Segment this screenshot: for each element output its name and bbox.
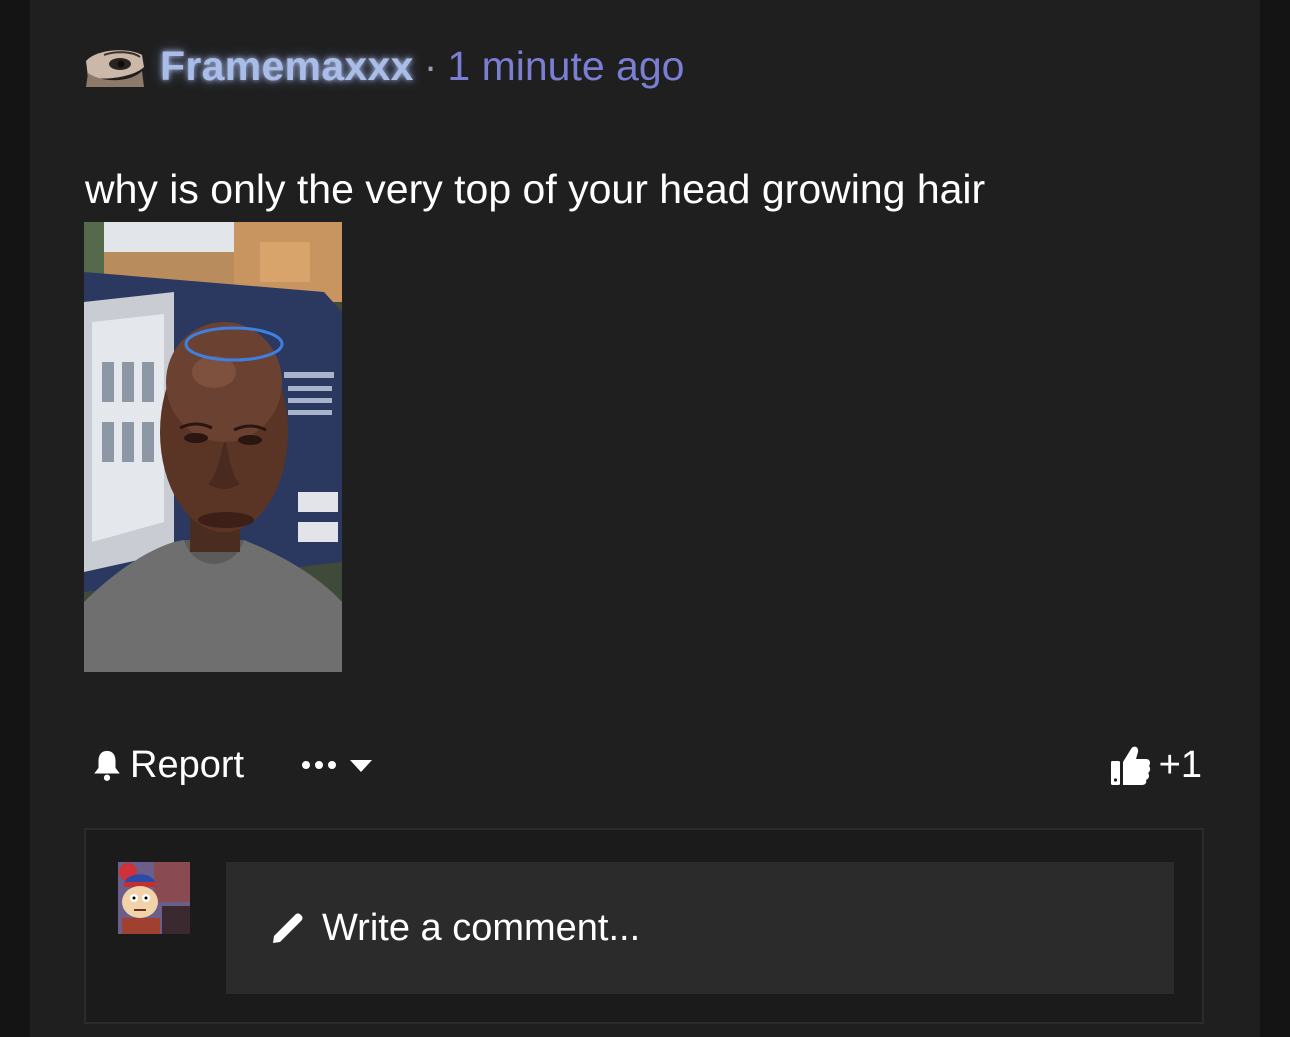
post-action-bar: Report +1 [90,740,1202,790]
page: Framemaxxx · 1 minute ago why is only th… [30,0,1260,1037]
comment-input[interactable]: Write a comment... [226,862,1174,994]
post-header: Framemaxxx · 1 minute ago [84,38,684,94]
comment-box: Write a comment... [84,828,1204,1024]
post-timestamp[interactable]: 1 minute ago [447,43,684,90]
thumbs-up-icon [1110,746,1150,785]
bell-icon [94,750,120,781]
report-button[interactable]: Report [90,740,244,790]
selfie-photo [84,222,342,672]
like-button[interactable]: +1 [1109,740,1202,790]
comment-placeholder: Write a comment... [322,906,641,949]
more-options-dropdown[interactable] [300,740,380,790]
ellipsis-dropdown-icon [302,760,372,772]
like-count: +1 [1158,743,1202,786]
author-avatar[interactable] [84,43,146,89]
post-image[interactable] [84,222,342,672]
commenter-avatar[interactable] [118,862,190,934]
report-label: Report [130,743,245,786]
pencil-icon [273,913,303,943]
separator-dot: · [423,42,438,89]
author-username[interactable]: Framemaxxx [160,43,414,90]
post-text: why is only the very top of your head gr… [85,166,986,212]
